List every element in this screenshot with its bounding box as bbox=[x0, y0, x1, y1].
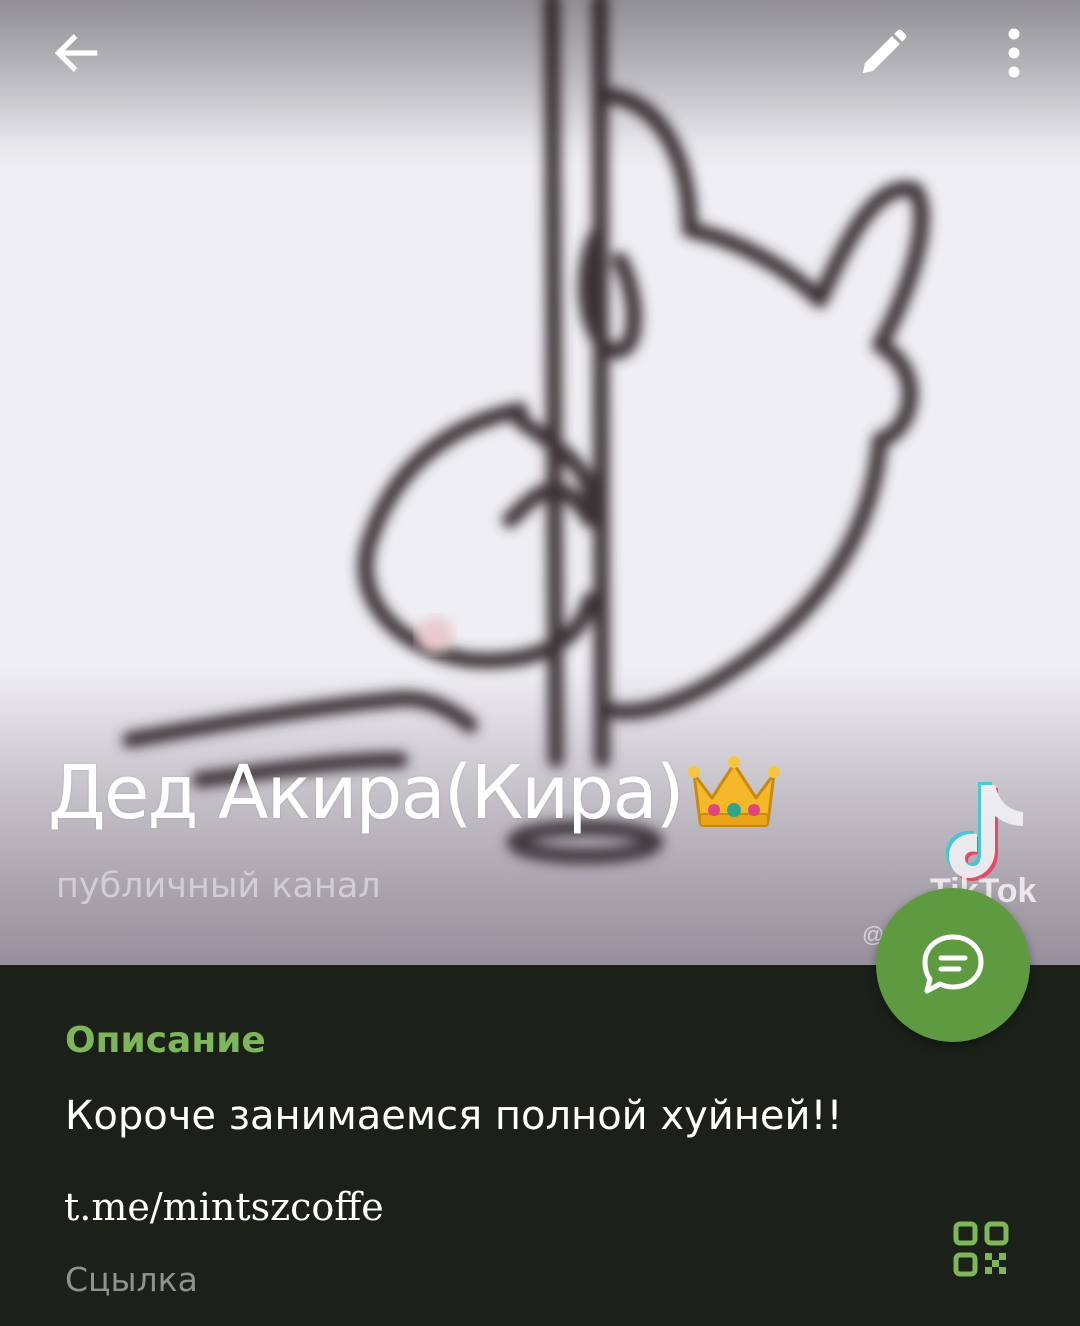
description-section-title: Описание bbox=[65, 1020, 266, 1061]
qr-code-icon bbox=[953, 1221, 1009, 1277]
open-chat-button[interactable] bbox=[876, 888, 1030, 1042]
channel-name: Дед Акира(Кира) bbox=[48, 750, 684, 836]
more-options-button[interactable] bbox=[966, 5, 1062, 101]
arrow-left-icon bbox=[54, 34, 98, 72]
channel-profile-screen: TikTok @...892 Дед Акира(Кира) bbox=[0, 0, 1080, 1326]
channel-type-label: публичный канал bbox=[56, 866, 381, 906]
channel-link[interactable]: t.me/mintszcoffe bbox=[64, 1185, 384, 1229]
qr-code-button[interactable] bbox=[946, 1214, 1016, 1284]
channel-description: Короче занимаемся полной хуйней!! bbox=[65, 1093, 843, 1139]
channel-header: TikTok @...892 Дед Акира(Кира) bbox=[0, 0, 1080, 965]
channel-link-row[interactable]: t.me/mintszcoffe Сцылка bbox=[0, 1170, 1080, 1326]
edit-button[interactable] bbox=[835, 5, 931, 101]
channel-title: Дед Акира(Кира) bbox=[48, 748, 782, 838]
message-bubble-icon bbox=[922, 934, 984, 994]
back-button[interactable] bbox=[28, 5, 124, 101]
more-vertical-icon bbox=[1008, 28, 1020, 78]
channel-link-caption: Сцылка bbox=[65, 1260, 198, 1299]
pencil-icon bbox=[862, 29, 907, 74]
crown-emoji-icon bbox=[688, 756, 781, 827]
